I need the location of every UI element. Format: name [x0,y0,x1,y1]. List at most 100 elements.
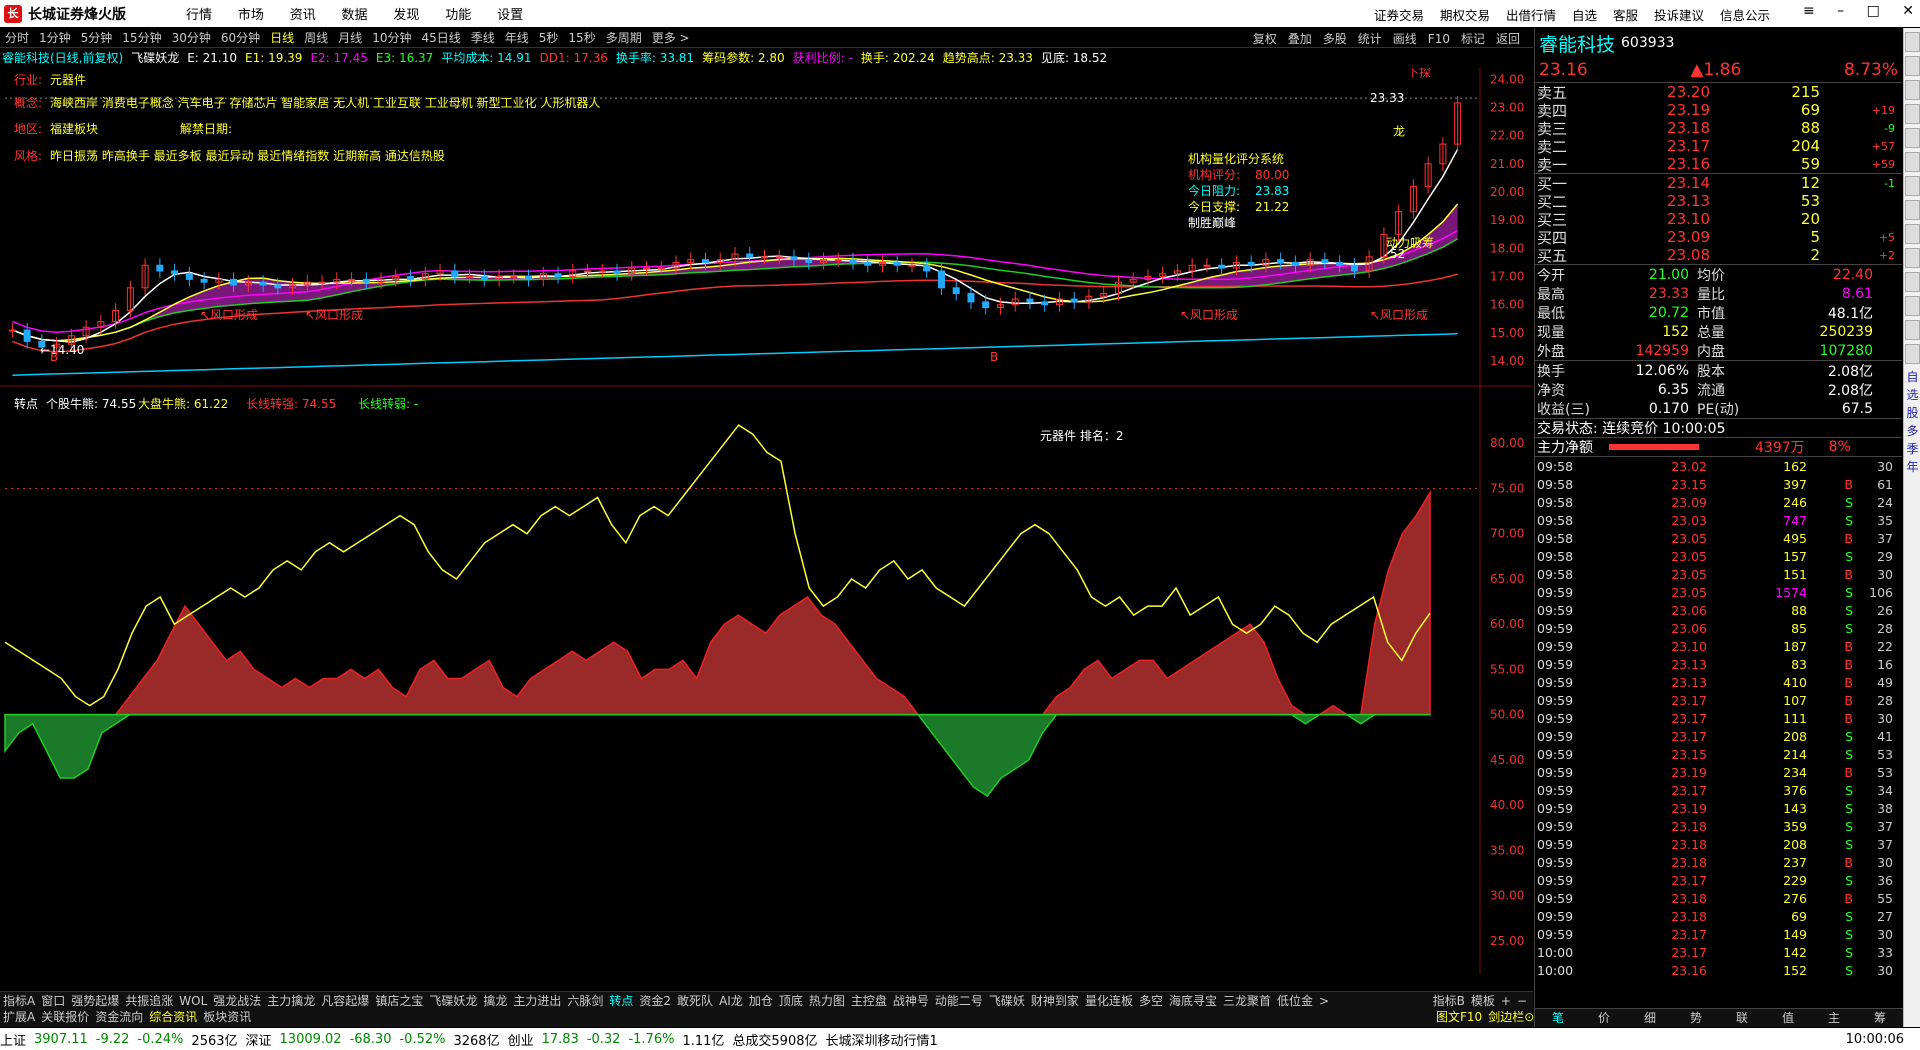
indicator-tab-26[interactable]: 多空 [1139,992,1163,1008]
tick-list[interactable]: 09:58 23.02 162 30 09:58 23.15 397 B 61 09:58 23.0… [1535,456,1902,979]
indicator-tab-2[interactable]: 强势起爆 [71,992,119,1008]
sidebar-text-0[interactable]: 自 [1905,368,1920,386]
quote-tab-6[interactable]: 主 [1811,1009,1857,1027]
indicator-tab-3[interactable]: 共振追涨 [125,992,173,1008]
sidebar-tool-icon-10[interactable] [1905,272,1920,292]
menu-market[interactable]: 市场 [238,8,264,23]
bid-row-1[interactable]: 买二 23.13 53 [1535,192,1902,211]
maximize-icon[interactable]: □ [1867,3,1880,19]
indicator-tab-16[interactable]: AI龙 [719,992,743,1008]
indicator-tab-right-2[interactable]: + [1501,994,1511,1008]
sidebar-tool-icon-3[interactable] [1905,104,1920,124]
close-icon[interactable]: ✕ [1902,3,1914,19]
indicator-tab-7[interactable]: 凡容起爆 [321,992,369,1008]
sidebar-text-1[interactable]: 选 [1905,386,1920,404]
chart-tool-4[interactable]: 画线 [1393,32,1417,46]
indicator-tab-29[interactable]: 低位金 [1277,992,1313,1008]
ext-tab-0[interactable]: 扩展A [3,1010,35,1024]
sidebar-tool-icon-8[interactable] [1905,224,1920,244]
indicator-tab-1[interactable]: 窗口 [41,992,65,1008]
period-1[interactable]: 1分钟 [39,29,71,46]
indicator-tab-4[interactable]: WOL [179,994,207,1008]
indicator-tab-23[interactable]: 飞碟妖 [989,992,1025,1008]
indicator-tab-20[interactable]: 主控盘 [851,992,887,1008]
period-2[interactable]: 5分钟 [81,29,113,46]
chart-area[interactable]: 24.00 23.00 22.00 21.00 20.00 19.00 18.00 17.00… [0,68,1533,974]
stock-name[interactable]: 睿能科技 [1539,30,1615,57]
link-disclosure[interactable]: 信息公示 [1720,8,1770,23]
indicator-tab-19[interactable]: 热力图 [809,992,845,1008]
indicator-tab-9[interactable]: 飞碟妖龙 [429,992,477,1008]
link-service[interactable]: 客服 [1613,8,1638,23]
sidebar-tool-icon-7[interactable] [1905,200,1920,220]
quote-tab-3[interactable]: 势 [1673,1009,1719,1027]
ext-tab-right-0[interactable]: 图文F10 [1436,1010,1482,1024]
minimize-icon[interactable]: – [1837,3,1844,19]
indicator-tab-13[interactable]: 转点 [609,992,633,1008]
ext-tab-3[interactable]: 综合资讯 [149,1010,197,1024]
sidebar-tool-icon-5[interactable] [1905,152,1920,172]
period-9[interactable]: 10分钟 [372,29,411,46]
indicator-tab-24[interactable]: 财神到家 [1031,992,1079,1008]
chart-tool-7[interactable]: 返回 [1496,32,1520,46]
indicator-tab-28[interactable]: 三龙聚首 [1223,992,1271,1008]
sidebar-tool-icon-9[interactable] [1905,248,1920,268]
indicator-tab-0[interactable]: 指标A [3,992,35,1008]
period-0[interactable]: 分时 [5,29,29,46]
menu-functions[interactable]: 功能 [445,8,471,23]
period-4[interactable]: 30分钟 [172,29,211,46]
sidebar-tool-icon-0[interactable] [1905,32,1920,52]
menu-discover[interactable]: 发现 [393,8,419,23]
quote-tab-1[interactable]: 价 [1581,1009,1627,1027]
sidebar-tool-icon-1[interactable] [1905,56,1920,76]
indicator-tab-30[interactable]: > [1319,994,1329,1008]
period-16[interactable]: 更多 > [652,29,690,46]
indicator-tab-15[interactable]: 敢死队 [677,992,713,1008]
menu-data[interactable]: 数据 [342,8,368,23]
quote-tab-5[interactable]: 值 [1765,1009,1811,1027]
quote-tab-7[interactable]: 筹 [1857,1009,1903,1027]
indicator-tab-27[interactable]: 海底寻宝 [1169,992,1217,1008]
quote-tab-0[interactable]: 笔 [1535,1009,1581,1027]
link-watchlist[interactable]: 自选 [1572,8,1597,23]
menu-quotes[interactable]: 行情 [186,8,212,23]
menu-icon[interactable]: ≡ [1803,3,1815,19]
chart-tool-0[interactable]: 复权 [1253,32,1277,46]
period-5[interactable]: 60分钟 [221,29,260,46]
chart-tool-5[interactable]: F10 [1428,32,1450,46]
indicator-tab-18[interactable]: 顶底 [779,992,803,1008]
indicator-tab-right-1[interactable]: 模板 [1471,992,1495,1008]
indicator-tab-12[interactable]: 六脉剑 [567,992,603,1008]
menu-settings[interactable]: 设置 [497,8,523,23]
sidebar-text-2[interactable]: 股 [1905,404,1920,422]
ask-row-1[interactable]: 卖四 23.19 69 +19 [1535,101,1902,120]
menu-news[interactable]: 资讯 [290,8,316,23]
bid-row-4[interactable]: 买五 23.08 2 +2 [1535,246,1902,265]
sidebar-tool-icon-4[interactable] [1905,128,1920,148]
bid-row-3[interactable]: 买四 23.09 5 +5 [1535,228,1902,247]
ext-tab-4[interactable]: 板块资讯 [203,1010,251,1024]
indicator-tab-14[interactable]: 资金2 [639,992,671,1008]
indicator-tab-6[interactable]: 主力擒龙 [267,992,315,1008]
link-complaint[interactable]: 投诉建议 [1654,8,1704,23]
sidebar-text-3[interactable]: 多 [1905,422,1920,440]
period-13[interactable]: 5秒 [539,29,559,46]
period-3[interactable]: 15分钟 [122,29,161,46]
ext-tab-1[interactable]: 关联报价 [41,1010,89,1024]
link-lend[interactable]: 出借行情 [1506,8,1556,23]
period-11[interactable]: 季线 [471,29,495,46]
period-14[interactable]: 15秒 [568,29,595,46]
ext-tab-right-1[interactable]: 剑边栏⊙ [1488,1010,1534,1024]
indicator-tab-11[interactable]: 主力进出 [513,992,561,1008]
chart-tool-3[interactable]: 统计 [1358,32,1382,46]
indicator-tab-21[interactable]: 战神号 [893,992,929,1008]
ask-row-4[interactable]: 卖一 23.16 59 +59 [1535,155,1902,174]
sidebar-text-5[interactable]: 年 [1905,458,1920,476]
bid-row-2[interactable]: 买三 23.10 20 [1535,210,1902,229]
quote-tab-2[interactable]: 细 [1627,1009,1673,1027]
indicator-tab-right-3[interactable]: − [1517,994,1527,1008]
sidebar-text-4[interactable]: 季 [1905,440,1920,458]
indicator-tab-17[interactable]: 加仓 [749,992,773,1008]
link-options[interactable]: 期权交易 [1440,8,1490,23]
ask-row-2[interactable]: 卖三 23.18 88 -9 [1535,119,1902,138]
